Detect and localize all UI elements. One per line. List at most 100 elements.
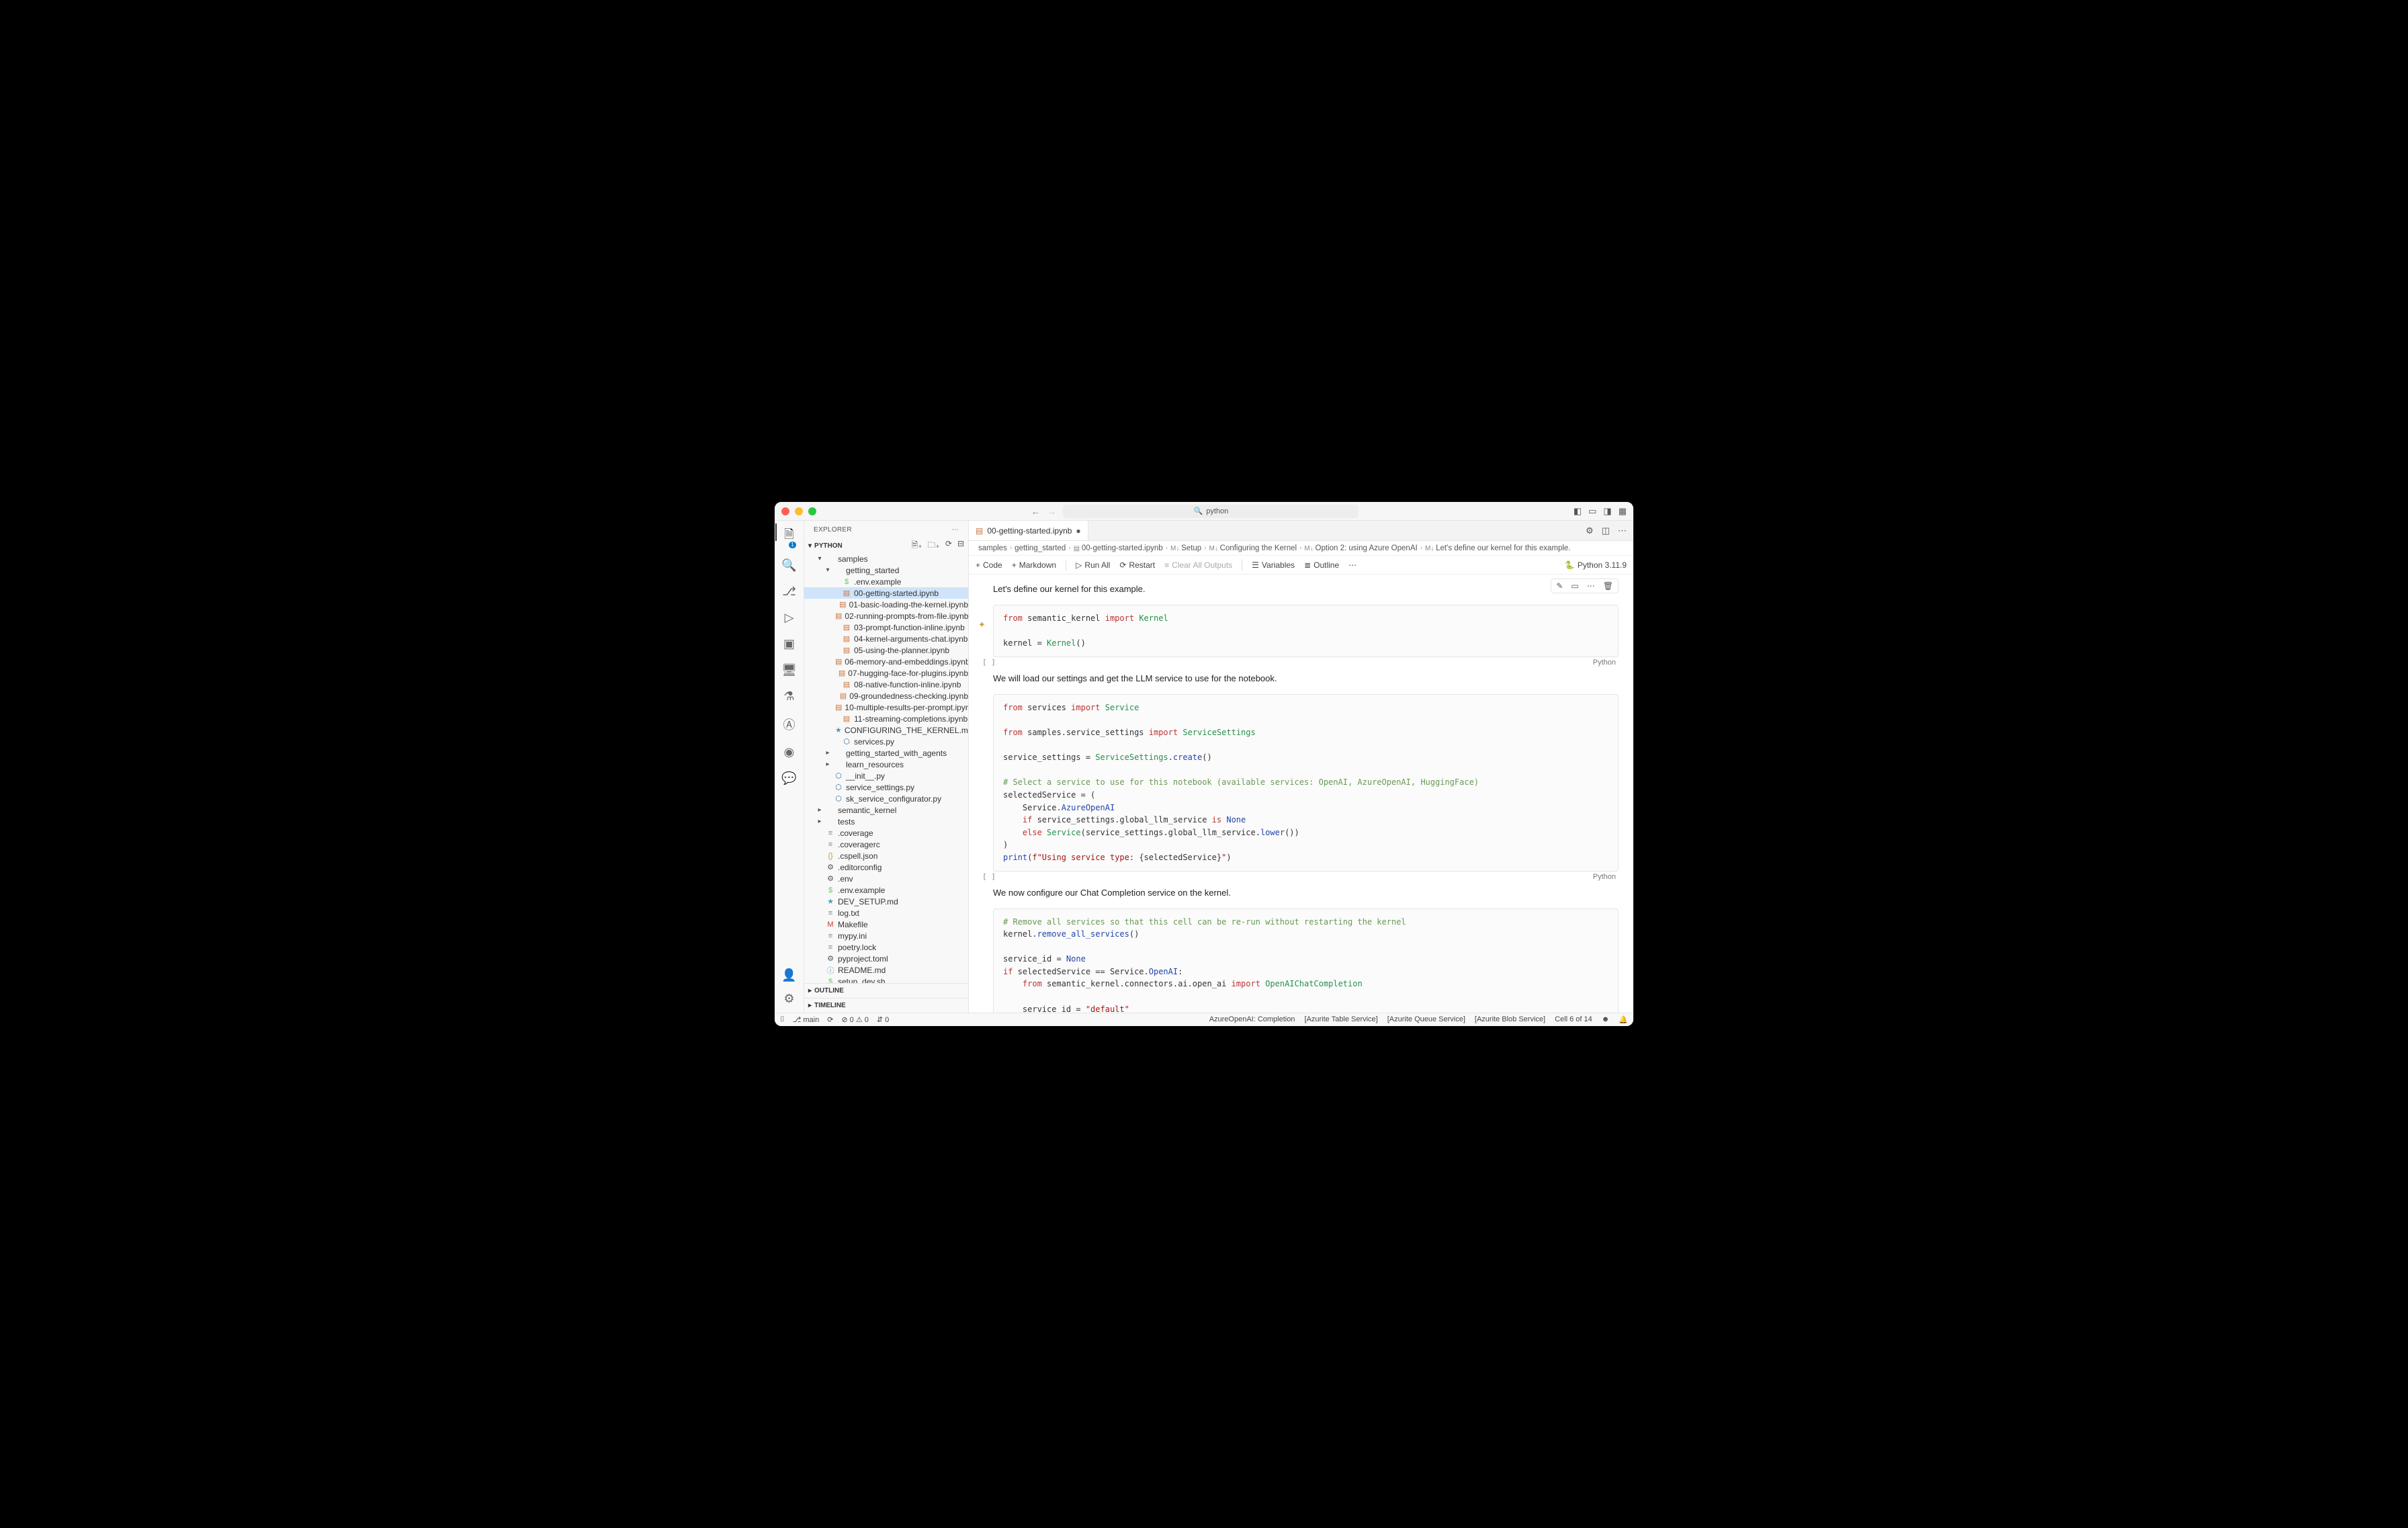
file-item[interactable]: ⚙.editorconfig <box>804 861 968 873</box>
file-item[interactable]: ≡log.txt <box>804 907 968 919</box>
remote-indicator[interactable]: ⌷ <box>780 1015 785 1024</box>
restart-button[interactable]: ⟳ Restart <box>1119 560 1155 570</box>
file-item[interactable]: ▤06-memory-and-embeddings.ipynb <box>804 656 968 667</box>
cell-lang[interactable]: Python <box>1593 659 1616 667</box>
file-item[interactable]: ▤03-prompt-function-inline.ipynb <box>804 622 968 633</box>
breadcrumb-item[interactable]: M↓ Setup <box>1170 544 1201 552</box>
status-sync[interactable]: ⟳ <box>827 1015 833 1024</box>
nav-fwd-icon[interactable]: → <box>1047 506 1056 517</box>
add-markdown-button[interactable]: + Markdown <box>1012 560 1056 570</box>
layout-customize-icon[interactable]: ▦ <box>1619 506 1627 517</box>
file-item[interactable]: ★CONFIGURING_THE_KERNEL.md <box>804 724 968 736</box>
kernel-selector[interactable]: 🐍 Python 3.11.9 <box>1565 560 1627 570</box>
breadcrumb-item[interactable]: ▤ 00-getting-started.ipynb <box>1074 544 1163 552</box>
layout-panel-icon[interactable]: ▭ <box>1588 506 1596 517</box>
status-azurite-blob[interactable]: [Azurite Blob Service] <box>1475 1015 1545 1024</box>
status-notifications-icon[interactable]: 🔔 <box>1619 1015 1628 1024</box>
collapse-all-icon[interactable]: ⊟ <box>957 539 964 553</box>
sparkle-icon[interactable]: ✦ <box>978 620 986 630</box>
extensions-icon[interactable]: ▣ <box>783 637 795 651</box>
breadcrumb-item[interactable]: samples <box>978 544 1007 552</box>
file-item[interactable]: ▤08-native-function-inline.ipynb <box>804 679 968 690</box>
file-item[interactable]: ⬡service_settings.py <box>804 781 968 793</box>
nav-back-icon[interactable]: ← <box>1031 506 1040 517</box>
close-window-button[interactable] <box>781 507 789 515</box>
account-icon[interactable]: 👤 <box>781 968 796 982</box>
github-icon[interactable]: ◉ <box>784 745 795 759</box>
file-item[interactable]: ▤02-running-prompts-from-file.ipynb <box>804 610 968 622</box>
file-item[interactable]: ⬡services.py <box>804 736 968 747</box>
breadcrumb-item[interactable]: M↓ Option 2: using Azure OpenAI <box>1304 544 1417 552</box>
breadcrumb-item[interactable]: getting_started <box>1015 544 1066 552</box>
run-debug-icon[interactable]: ▷ <box>785 611 794 625</box>
cell-split-icon[interactable]: ▭ <box>1569 581 1580 591</box>
status-azurite-table[interactable]: [Azurite Table Service] <box>1304 1015 1377 1024</box>
status-branch[interactable]: ⎇ main <box>793 1015 820 1024</box>
markdown-cell[interactable]: We now configure our Chat Completion ser… <box>969 882 1633 903</box>
cell-delete-icon[interactable]: 🗑 <box>1601 581 1615 591</box>
layout-sidebar-left-icon[interactable]: ◧ <box>1574 506 1582 517</box>
status-ports[interactable]: ⇵ 0 <box>877 1015 889 1024</box>
folder-item[interactable]: ▸getting_started_with_agents <box>804 747 968 759</box>
layout-sidebar-right-icon[interactable]: ◨ <box>1603 506 1611 517</box>
file-item[interactable]: ≡.coveragerc <box>804 839 968 850</box>
status-azurite-queue[interactable]: [Azurite Queue Service] <box>1387 1015 1465 1024</box>
folder-item[interactable]: ▾getting_started <box>804 564 968 576</box>
code-editor[interactable]: from services import Service from sample… <box>993 694 1619 872</box>
file-item[interactable]: ▤01-basic-loading-the-kernel.ipynb <box>804 599 968 610</box>
testing-icon[interactable]: ⚗ <box>783 689 794 704</box>
cell-more-icon[interactable]: ⋯ <box>1585 581 1597 591</box>
file-item[interactable]: ⬡__init__.py <box>804 770 968 781</box>
file-item[interactable]: ▤09-groundedness-checking.ipynb <box>804 690 968 702</box>
run-config-icon[interactable]: ⚙ <box>1586 525 1594 536</box>
status-problems[interactable]: ⊘ 0 ⚠ 0 <box>841 1015 868 1024</box>
file-item[interactable]: ⚙pyproject.toml <box>804 953 968 964</box>
search-activity-icon[interactable]: 🔍 <box>781 558 796 572</box>
run-all-button[interactable]: ▷ Run All <box>1076 560 1110 570</box>
file-item[interactable]: ▤11-streaming-completions.ipynb <box>804 713 968 724</box>
file-item[interactable]: ▤07-hugging-face-for-plugins.ipynb <box>804 667 968 679</box>
breadcrumbs[interactable]: samples›getting_started›▤ 00-getting-sta… <box>969 541 1633 556</box>
maximize-window-button[interactable] <box>808 507 816 515</box>
azure-icon[interactable]: Ⓐ <box>783 716 796 733</box>
file-item[interactable]: MMakefile <box>804 919 968 930</box>
folder-item[interactable]: ▾samples <box>804 553 968 564</box>
variables-button[interactable]: ☰ Variables <box>1252 560 1295 570</box>
code-cell[interactable]: from services import Service from sample… <box>993 694 1619 881</box>
file-item[interactable]: $.env.example <box>804 576 968 587</box>
folder-item[interactable]: ▸learn_resources <box>804 759 968 770</box>
cell-edit-icon[interactable]: ✎ <box>1554 581 1565 591</box>
code-editor[interactable]: # Remove all services so that this cell … <box>993 908 1619 1013</box>
file-item[interactable]: ⓘREADME.md <box>804 964 968 976</box>
file-item[interactable]: ⚙.env <box>804 873 968 884</box>
new-folder-icon[interactable]: 🗀₊ <box>928 539 940 553</box>
clear-outputs-button[interactable]: ≡ Clear All Outputs <box>1164 560 1232 570</box>
file-item[interactable]: ▤00-getting-started.ipynb <box>804 587 968 599</box>
explorer-more-icon[interactable]: ⋯ <box>952 526 959 534</box>
cell-lang[interactable]: Python <box>1593 873 1616 881</box>
file-item[interactable]: ▤04-kernel-arguments-chat.ipynb <box>804 633 968 644</box>
file-item[interactable]: ▤05-using-the-planner.ipynb <box>804 644 968 656</box>
file-item[interactable]: {}.cspell.json <box>804 850 968 861</box>
status-azure[interactable]: AzureOpenAI: Completion <box>1209 1015 1295 1024</box>
tab-active[interactable]: ▤ 00-getting-started.ipynb ● <box>969 521 1088 540</box>
command-center[interactable]: 🔍 python <box>1063 505 1359 518</box>
markdown-cell[interactable]: Let's define our kernel for this example… <box>969 579 1633 599</box>
file-item[interactable]: ≡.coverage <box>804 827 968 839</box>
file-item[interactable]: ▤10-multiple-results-per-prompt.ipynb <box>804 702 968 713</box>
file-item[interactable]: ≡poetry.lock <box>804 941 968 953</box>
outline-button[interactable]: ≣ Outline <box>1304 560 1339 570</box>
file-item[interactable]: $.env.example <box>804 884 968 896</box>
markdown-cell[interactable]: We will load our settings and get the LL… <box>969 668 1633 689</box>
refresh-icon[interactable]: ⟳ <box>945 539 952 553</box>
notebook-body[interactable]: ✎ ▭ ⋯ 🗑 Let's define our kernel for this… <box>969 575 1633 1013</box>
minimize-window-button[interactable] <box>795 507 803 515</box>
chat-icon[interactable]: 💬 <box>781 771 796 786</box>
file-item[interactable]: ≡mypy.ini <box>804 930 968 941</box>
toolbar-more-icon[interactable]: ⋯ <box>1348 560 1357 570</box>
file-item[interactable]: ★DEV_SETUP.md <box>804 896 968 907</box>
code-editor[interactable]: from semantic_kernel import Kernel kerne… <box>993 605 1619 657</box>
timeline-section-header[interactable]: ▸ TIMELINE <box>804 998 968 1013</box>
breadcrumb-item[interactable]: M↓ Let's define our kernel for this exam… <box>1425 544 1570 552</box>
remote-explorer-icon[interactable]: 🖥 <box>781 663 797 677</box>
